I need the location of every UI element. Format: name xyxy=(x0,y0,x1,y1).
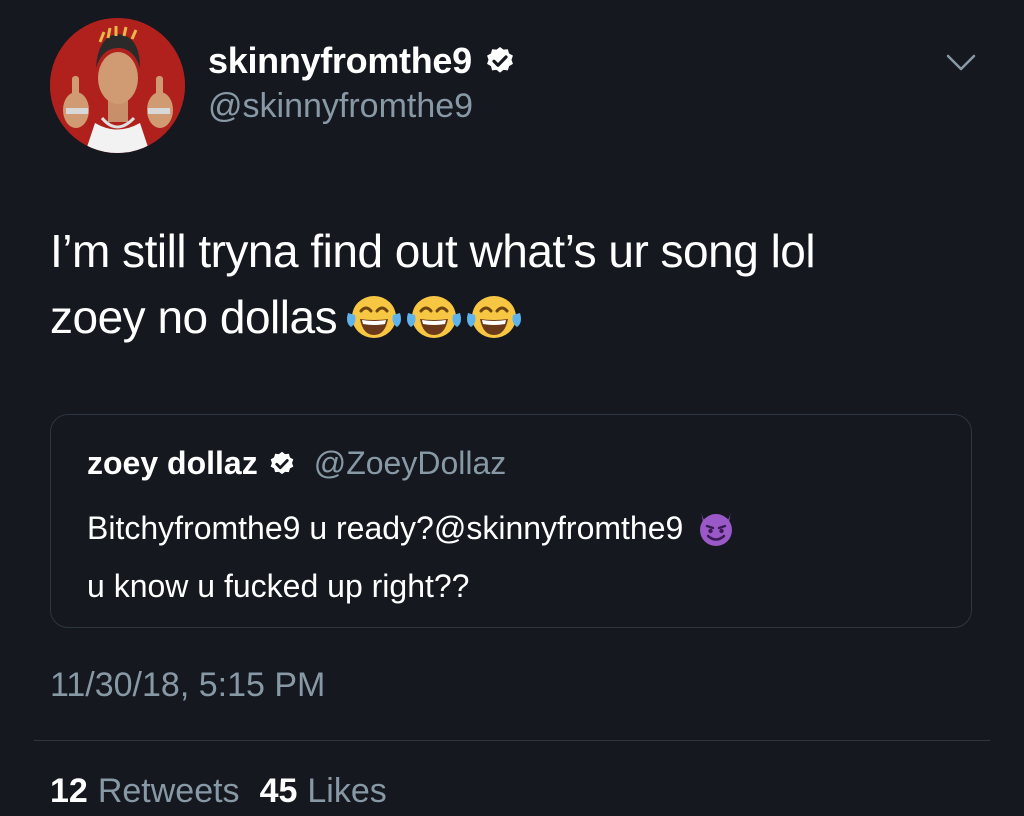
author-handle[interactable]: @skinnyfromthe9 xyxy=(208,87,473,126)
likes-count: 45 xyxy=(259,772,298,810)
tweet-stats: 12 Retweets 45 Likes xyxy=(50,772,387,811)
author-name-row[interactable]: skinnyfromthe9 xyxy=(208,40,516,82)
face-with-tears-of-joy-icon xyxy=(407,296,462,338)
divider xyxy=(34,740,990,741)
quoted-tweet-header: zoey dollaz @ZoeyDollaz xyxy=(87,445,506,482)
quoted-tweet-text-line-1-text: Bitchyfromthe9 u ready?@skinnyfromthe9 xyxy=(87,510,684,546)
retweets-count: 12 xyxy=(50,772,88,810)
face-with-tears-of-joy-icon xyxy=(467,296,522,338)
quoted-author-display-name: zoey dollaz xyxy=(87,445,258,481)
tweet-text-line-1: I’m still tryna find out what’s ur song … xyxy=(50,225,816,277)
emoji-group xyxy=(345,293,523,341)
quoted-tweet-text-line-1: Bitchyfromthe9 u ready?@skinnyfromthe9 xyxy=(87,503,937,561)
quoted-tweet-text-line-2: u know u fucked up right?? xyxy=(87,568,470,604)
tweet-text-line-2: zoey no dollas xyxy=(50,284,980,350)
avatar[interactable] xyxy=(50,18,185,153)
verified-badge-icon xyxy=(270,451,294,474)
quoted-tweet-text: Bitchyfromthe9 u ready?@skinnyfromthe9 u… xyxy=(87,503,937,611)
retweets-label: Retweets xyxy=(97,772,240,810)
verified-badge-icon xyxy=(486,47,513,73)
quoted-author-handle: @ZoeyDollaz xyxy=(313,445,507,481)
tweet-timestamp[interactable]: 11/30/18, 5:15 PM xyxy=(50,666,325,705)
likes-stat[interactable]: 45 Likes xyxy=(260,772,387,811)
quoted-tweet-card[interactable]: zoey dollaz @ZoeyDollaz Bitchyfromthe9 u… xyxy=(50,414,972,628)
chevron-down-icon[interactable] xyxy=(945,52,977,74)
smiling-face-with-horns-icon xyxy=(695,507,737,561)
tweet-text: I’m still tryna find out what’s ur song … xyxy=(50,218,980,350)
avatar-image xyxy=(50,18,185,153)
tweet-detail: skinnyfromthe9 @skinnyfromthe9 I’m still… xyxy=(0,0,1024,816)
face-with-tears-of-joy-icon xyxy=(347,296,402,338)
tweet-text-line-2-text: zoey no dollas xyxy=(50,291,338,343)
likes-label: Likes xyxy=(307,772,387,810)
retweets-stat[interactable]: 12 Retweets xyxy=(50,772,240,811)
author-display-name[interactable]: skinnyfromthe9 xyxy=(208,40,472,82)
